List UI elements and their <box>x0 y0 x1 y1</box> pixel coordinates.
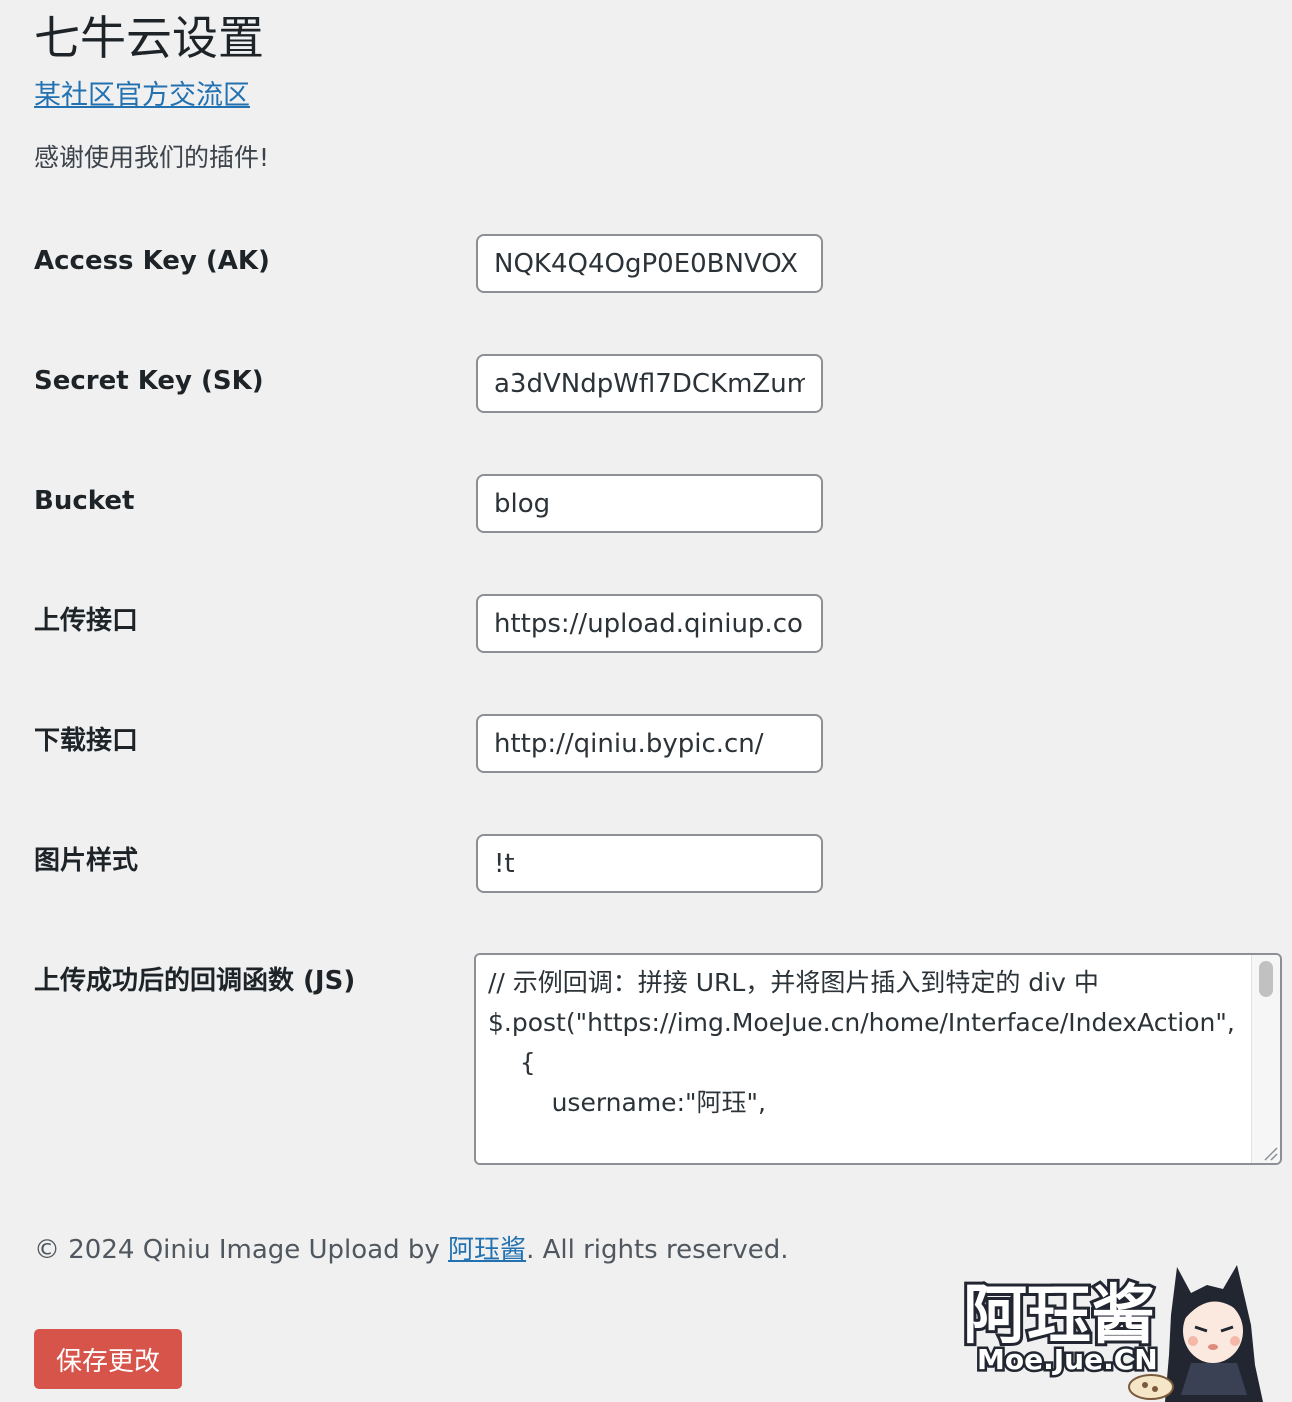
download-url-label: 下载接口 <box>34 726 139 756</box>
secret-key-label: Secret Key (SK) <box>34 366 264 396</box>
bucket-label: Bucket <box>34 486 135 516</box>
scrollbar-thumb[interactable] <box>1259 961 1273 997</box>
image-style-label: 图片样式 <box>34 846 139 876</box>
save-button[interactable]: 保存更改 <box>34 1329 182 1389</box>
textarea-scrollbar[interactable] <box>1251 955 1280 1163</box>
callback-label: 上传成功后的回调函数 (JS) <box>34 966 356 996</box>
callback-textarea-container: // 示例回调：拼接 URL，并将图片插入到特定的 div 中 $.post("… <box>474 953 1282 1165</box>
access-key-label: Access Key (AK) <box>34 246 270 276</box>
footer-suffix: . All rights reserved. <box>526 1235 789 1265</box>
page-title: 七牛云设置 <box>34 11 264 65</box>
image-style-input[interactable] <box>476 834 823 893</box>
watermark-logo: 阿珏酱 Moe.Jue.CN <box>960 1265 1263 1402</box>
upload-url-label: 上传接口 <box>34 606 139 636</box>
resize-handle-icon[interactable] <box>1262 1145 1278 1161</box>
access-key-input[interactable] <box>476 234 823 293</box>
thanks-text: 感谢使用我们的插件! <box>34 143 270 172</box>
bucket-input[interactable] <box>476 474 823 533</box>
community-link[interactable]: 某社区官方交流区 <box>34 78 250 114</box>
upload-url-input[interactable] <box>476 594 823 653</box>
callback-textarea[interactable]: // 示例回调：拼接 URL，并将图片插入到特定的 div 中 $.post("… <box>476 955 1252 1163</box>
download-url-input[interactable] <box>476 714 823 773</box>
watermark-title: 阿珏酱 <box>963 1279 1155 1353</box>
watermark-domain: Moe.Jue.CN <box>977 1343 1158 1376</box>
secret-key-input[interactable] <box>476 354 823 413</box>
footer-prefix: © 2024 Qiniu Image Upload by <box>34 1235 449 1265</box>
footer: © 2024 Qiniu Image Upload by 阿珏酱. All ri… <box>34 1232 789 1268</box>
author-link[interactable]: 阿珏酱 <box>448 1235 526 1265</box>
